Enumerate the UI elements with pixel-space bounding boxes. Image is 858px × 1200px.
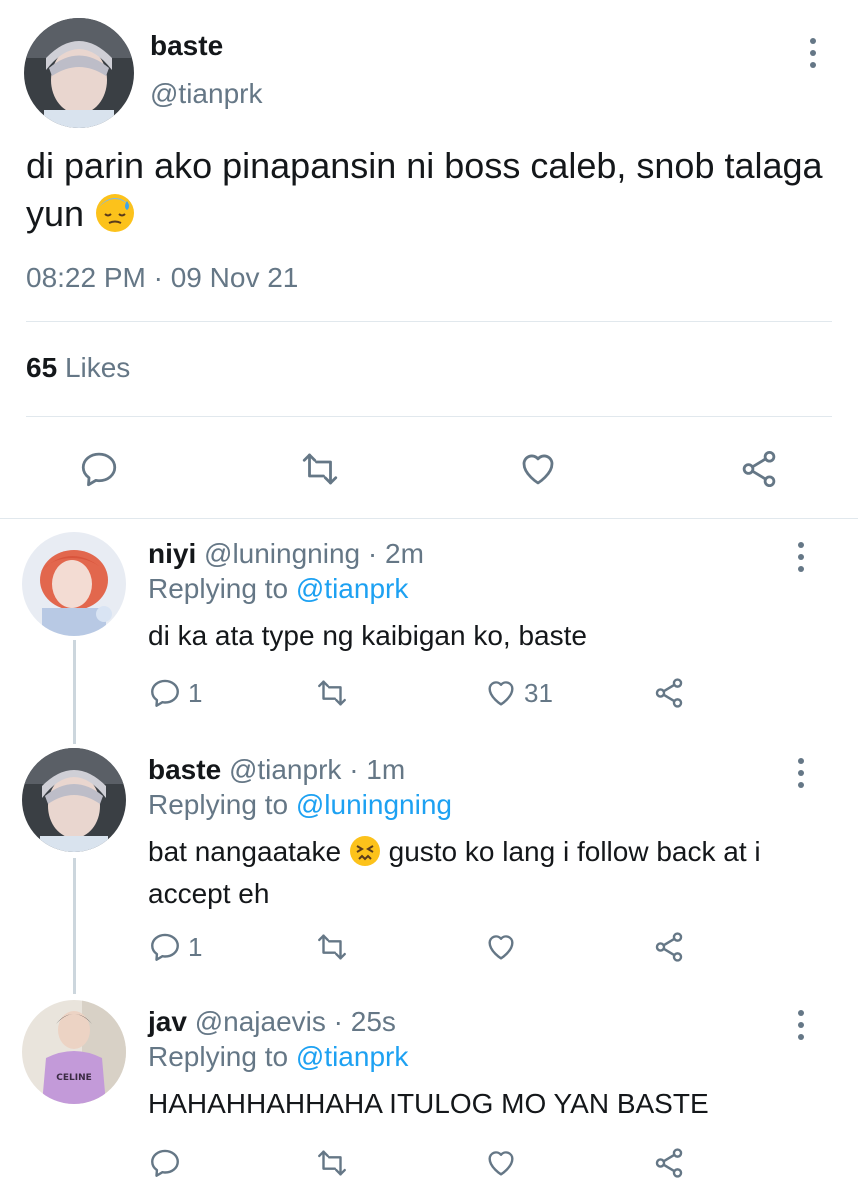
tweet-actions (0, 440, 858, 500)
replying-to-link[interactable]: @tianprk (296, 1041, 408, 1072)
reply-tweet[interactable]: baste @tianprk · 1m Replying to @luningn… (0, 746, 858, 986)
replying-to: Replying to @luningning (148, 789, 452, 821)
divider (0, 518, 858, 519)
more-options-icon[interactable] (794, 758, 808, 788)
avatar[interactable]: CELINE (22, 1000, 126, 1104)
like-icon (488, 935, 514, 960)
author-name[interactable]: jav (148, 1006, 187, 1037)
divider (26, 416, 832, 417)
likes-count[interactable]: 65 Likes (26, 352, 130, 384)
share-button[interactable] (652, 930, 686, 964)
reply-tweet[interactable]: CELINE jav @najaevis · 25s Replying to @… (0, 998, 858, 1198)
author-name[interactable]: baste (148, 754, 221, 785)
share-icon (655, 932, 683, 962)
reply-count: 1 (188, 931, 203, 962)
reply-button[interactable] (148, 1146, 182, 1180)
retweet-icon (318, 934, 346, 960)
reply-header: jav @najaevis · 25s (148, 1006, 396, 1038)
retweet-button[interactable] (314, 930, 350, 964)
replying-to-link[interactable]: @tianprk (296, 573, 408, 604)
retweet-icon (318, 680, 346, 706)
more-options-icon[interactable] (794, 1010, 808, 1040)
downcast-sweat-emoji-icon (94, 192, 136, 246)
reply-header: niyi @luningning · 2m (148, 538, 424, 570)
tweet-text: di parin ako pinapansin ni boss caleb, s… (26, 142, 826, 246)
replying-to-label: Replying to (148, 789, 289, 820)
share-button[interactable] (652, 1146, 686, 1180)
like-button[interactable] (484, 930, 518, 964)
reply-text-part: bat nangaatake (148, 836, 342, 867)
divider (26, 321, 832, 322)
like-count: 31 (524, 677, 553, 708)
retweet-icon (302, 453, 338, 485)
reply-count: 1 (188, 677, 203, 708)
replying-to: Replying to @tianprk (148, 1041, 408, 1073)
reply-time[interactable]: · 25s (334, 1006, 396, 1037)
like-button[interactable] (517, 448, 559, 490)
retweet-icon (318, 1150, 346, 1176)
share-icon (742, 450, 776, 488)
replying-to-link[interactable]: @luningning (296, 789, 452, 820)
more-options-icon[interactable] (794, 542, 808, 572)
share-icon (655, 678, 683, 708)
share-icon (655, 1148, 683, 1178)
persevering-face-emoji-icon (349, 835, 381, 876)
reply-tweet[interactable]: niyi @luningning · 2m Replying to @tianp… (0, 530, 858, 740)
tweet-timestamp[interactable]: 08:22 PM · 09 Nov 21 (26, 262, 298, 294)
reply-icon (81, 452, 117, 487)
reply-text: HAHAHHAHHAHA ITULOG MO YAN BASTE (148, 1088, 709, 1119)
reply-button[interactable]: 1 (148, 676, 202, 710)
reply-time[interactable]: · 1m (349, 754, 405, 785)
share-button[interactable] (738, 448, 780, 490)
replying-to-label: Replying to (148, 573, 289, 604)
likes-label: Likes (64, 352, 131, 383)
avatar[interactable] (22, 532, 126, 636)
replying-to: Replying to @tianprk (148, 573, 408, 605)
like-icon (522, 454, 554, 485)
reply-header: baste @tianprk · 1m (148, 754, 405, 786)
reply-button[interactable]: 1 (148, 930, 202, 964)
tweet-text-content: di parin ako pinapansin ni boss caleb, s… (26, 145, 823, 234)
like-icon (488, 681, 514, 706)
reply-text: bat nangaatake gusto ko lang i follow ba… (148, 834, 828, 912)
retweet-button[interactable] (314, 1146, 350, 1180)
likes-number: 65 (26, 352, 58, 383)
avatar-shirt-text: CELINE (56, 1073, 92, 1083)
author-handle[interactable]: @najaevis (195, 1006, 326, 1037)
reply-time[interactable]: · 2m (368, 538, 424, 569)
replying-to-label: Replying to (148, 1041, 289, 1072)
reply-text: di ka ata type ng kaibigan ko, baste (148, 620, 587, 651)
author-name[interactable]: baste (150, 30, 223, 62)
share-button[interactable] (652, 676, 686, 710)
author-handle[interactable]: @tianprk (150, 78, 262, 110)
like-icon (488, 1151, 514, 1176)
avatar[interactable] (24, 18, 134, 128)
like-button[interactable]: 31 (484, 676, 553, 710)
avatar[interactable] (22, 748, 126, 852)
reply-icon (151, 679, 179, 707)
reply-icon (151, 933, 179, 961)
author-handle[interactable]: @tianprk (229, 754, 341, 785)
author-name[interactable]: niyi (148, 538, 196, 569)
reply-button[interactable] (78, 448, 120, 490)
more-options-icon[interactable] (806, 38, 820, 68)
like-button[interactable] (484, 1146, 518, 1180)
retweet-button[interactable] (314, 676, 350, 710)
author-handle[interactable]: @luningning (204, 538, 360, 569)
retweet-button[interactable] (298, 448, 342, 490)
reply-icon (151, 1149, 179, 1177)
